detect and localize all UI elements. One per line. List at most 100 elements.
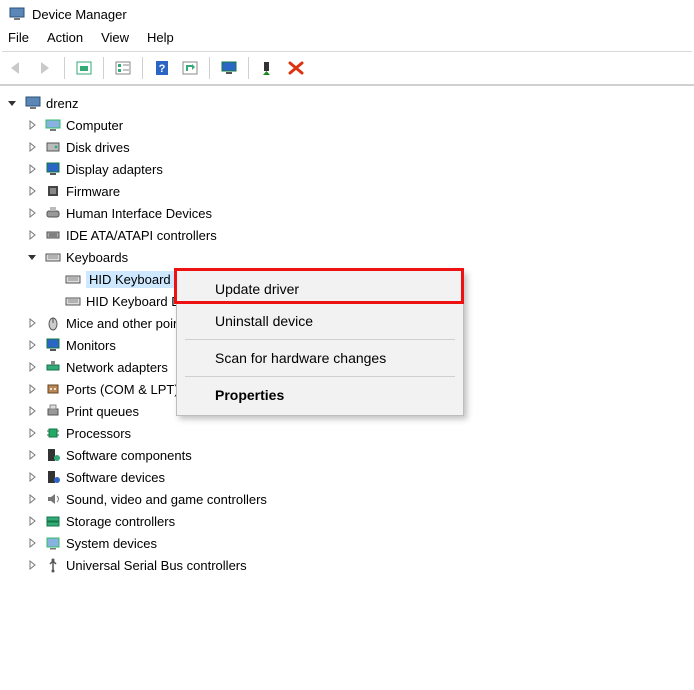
ctx-uninstall-device[interactable]: Uninstall device: [177, 305, 463, 337]
system-icon: [44, 535, 62, 551]
chevron-right-icon[interactable]: [24, 403, 40, 419]
ctx-update-driver[interactable]: Update driver: [177, 273, 463, 305]
tb-btn-2[interactable]: [110, 56, 136, 80]
toolbar-separator: [142, 57, 143, 79]
swdev-icon: [44, 469, 62, 485]
port-icon: [44, 381, 62, 397]
tree-item-label: Storage controllers: [66, 514, 175, 529]
disk-icon: [44, 139, 62, 155]
tree-item-label: Computer: [66, 118, 123, 133]
sound-icon: [44, 491, 62, 507]
network-icon: [44, 359, 62, 375]
tree-item-label: Monitors: [66, 338, 116, 353]
tree-root[interactable]: drenz: [4, 92, 694, 114]
tree-item[interactable]: Disk drives: [24, 136, 694, 158]
chevron-right-icon[interactable]: [24, 139, 40, 155]
tree-item-label: Software devices: [66, 470, 165, 485]
usb-icon: [44, 557, 62, 573]
mouse-icon: [44, 315, 62, 331]
tree-item[interactable]: Software devices: [24, 466, 694, 488]
chevron-down-icon[interactable]: [4, 95, 20, 111]
monitor-cat-icon: [44, 337, 62, 353]
chevron-right-icon[interactable]: [24, 183, 40, 199]
menu-bar: File Action View Help: [0, 26, 694, 51]
tree-item-label: Human Interface Devices: [66, 206, 212, 221]
tree-item[interactable]: IDE ATA/ATAPI controllers: [24, 224, 694, 246]
chevron-right-icon[interactable]: [24, 161, 40, 177]
menu-view[interactable]: View: [101, 30, 129, 45]
tb-remove-button[interactable]: [283, 56, 309, 80]
tree-item[interactable]: Keyboards: [24, 246, 694, 268]
tb-help-button[interactable]: ?: [149, 56, 175, 80]
tree-item[interactable]: Storage controllers: [24, 510, 694, 532]
tb-btn-1[interactable]: [71, 56, 97, 80]
chevron-down-icon[interactable]: [24, 249, 40, 265]
chevron-right-icon[interactable]: [24, 491, 40, 507]
computer-icon: [44, 117, 62, 133]
toolbar-separator: [248, 57, 249, 79]
tree-item[interactable]: Software components: [24, 444, 694, 466]
tree-item[interactable]: Processors: [24, 422, 694, 444]
toolbar-separator: [103, 57, 104, 79]
tree-item[interactable]: Firmware: [24, 180, 694, 202]
chevron-right-icon[interactable]: [24, 337, 40, 353]
tb-install-button[interactable]: [255, 56, 281, 80]
cpu-icon: [44, 425, 62, 441]
tb-scan-button[interactable]: [177, 56, 203, 80]
ctx-separator: [185, 339, 455, 340]
tree-item-label: Software components: [66, 448, 192, 463]
toolbar: ?: [0, 52, 694, 84]
chevron-right-icon[interactable]: [24, 359, 40, 375]
tree-item-label: Processors: [66, 426, 131, 441]
device-tree: drenz Computer Disk drives Display adapter…: [0, 84, 694, 576]
chevron-right-icon[interactable]: [24, 535, 40, 551]
menu-action[interactable]: Action: [47, 30, 83, 45]
firmware-icon: [44, 183, 62, 199]
ctx-properties[interactable]: Properties: [177, 379, 463, 411]
tree-item-label: System devices: [66, 536, 157, 551]
ctx-separator: [185, 376, 455, 377]
hid-icon: [44, 205, 62, 221]
tree-item-label: Universal Serial Bus controllers: [66, 558, 247, 573]
chevron-right-icon[interactable]: [24, 205, 40, 221]
menu-file[interactable]: File: [8, 30, 29, 45]
forward-button[interactable]: [32, 56, 58, 80]
tree-item[interactable]: System devices: [24, 532, 694, 554]
chevron-right-icon[interactable]: [24, 447, 40, 463]
chevron-right-icon[interactable]: [24, 557, 40, 573]
chevron-right-icon[interactable]: [24, 469, 40, 485]
chevron-right-icon[interactable]: [24, 315, 40, 331]
tree-item-label: Print queues: [66, 404, 139, 419]
tree-item[interactable]: Human Interface Devices: [24, 202, 694, 224]
chevron-right-icon[interactable]: [24, 513, 40, 529]
tree-item-label: Firmware: [66, 184, 120, 199]
tree-item-label: Network adapters: [66, 360, 168, 375]
chevron-right-icon[interactable]: [24, 381, 40, 397]
window-title: Device Manager: [32, 7, 127, 22]
tree-item-label: Keyboards: [66, 250, 128, 265]
toolbar-separator: [209, 57, 210, 79]
svg-text:?: ?: [159, 63, 166, 75]
tree-item[interactable]: Display adapters: [24, 158, 694, 180]
tree-item-label: IDE ATA/ATAPI controllers: [66, 228, 217, 243]
tree-item-label: Disk drives: [66, 140, 130, 155]
swcomp-icon: [44, 447, 62, 463]
tree-item[interactable]: Universal Serial Bus controllers: [24, 554, 694, 576]
tree-item-label: Sound, video and game controllers: [66, 492, 267, 507]
storage-icon: [44, 513, 62, 529]
chevron-right-icon[interactable]: [24, 425, 40, 441]
titlebar: Device Manager: [0, 0, 694, 26]
tree-item[interactable]: Computer: [24, 114, 694, 136]
tree-item[interactable]: Sound, video and game controllers: [24, 488, 694, 510]
menu-help[interactable]: Help: [147, 30, 174, 45]
tree-item-label: Ports (COM & LPT): [66, 382, 179, 397]
ctx-scan-hardware[interactable]: Scan for hardware changes: [177, 342, 463, 374]
context-menu: Update driver Uninstall device Scan for …: [176, 270, 464, 416]
tree-root-label: drenz: [46, 96, 79, 111]
chevron-right-icon[interactable]: [24, 227, 40, 243]
ide-icon: [44, 227, 62, 243]
tb-monitor-button[interactable]: [216, 56, 242, 80]
back-button[interactable]: [4, 56, 30, 80]
keyboard-icon: [64, 293, 82, 309]
chevron-right-icon[interactable]: [24, 117, 40, 133]
